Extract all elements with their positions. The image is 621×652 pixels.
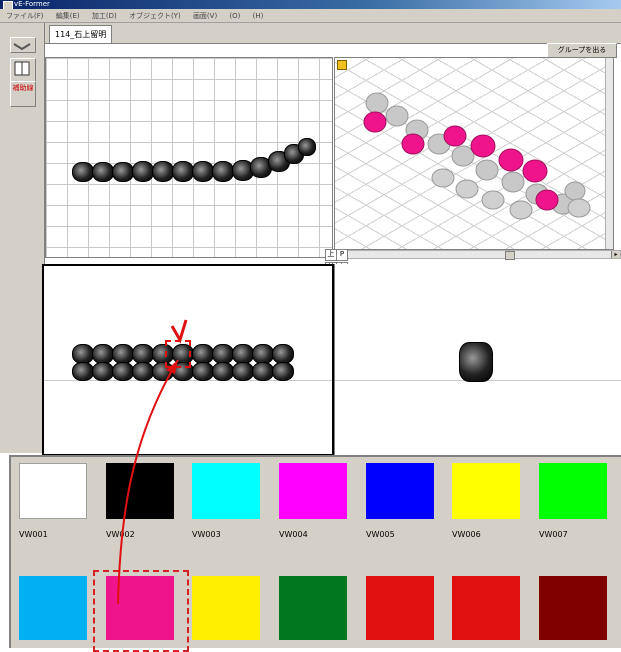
check-mark-icon — [170, 319, 188, 344]
annotation-arrow — [117, 319, 188, 605]
